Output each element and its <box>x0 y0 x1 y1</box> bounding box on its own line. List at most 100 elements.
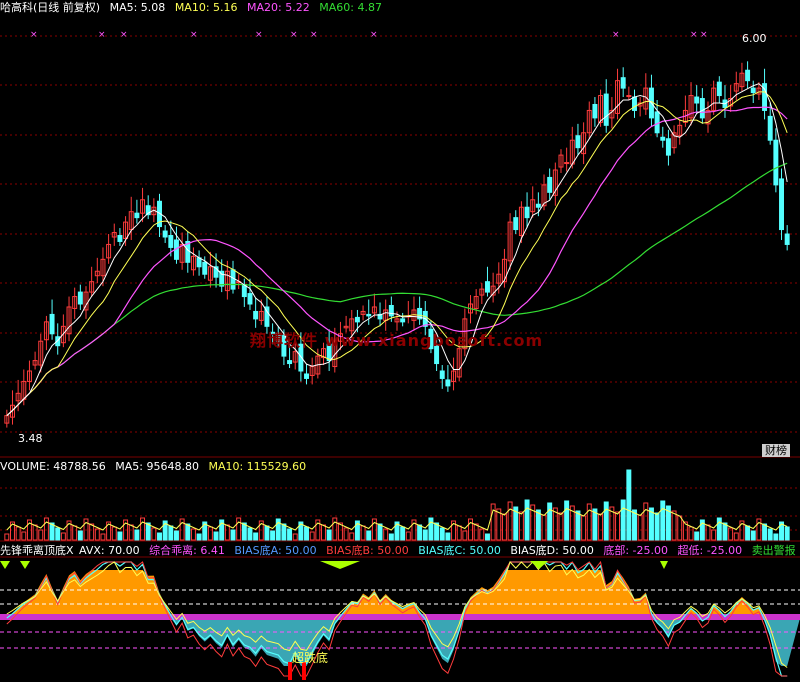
signal-marker: × <box>190 30 198 40</box>
candle-down <box>162 230 168 238</box>
bias-a: BIAS底A: 50.00 <box>234 544 317 557</box>
volume-bar-down <box>603 501 609 541</box>
volume-bar-down <box>247 527 253 541</box>
candle-down <box>134 212 140 219</box>
volume-bar-down <box>632 509 637 541</box>
volume-bar-up <box>490 503 496 541</box>
volume-bar-down <box>168 525 174 541</box>
volume-bar-up <box>60 532 66 541</box>
volume-bar-down <box>270 530 276 541</box>
volume-bar-down <box>745 525 751 541</box>
volume-bar-down <box>77 530 83 541</box>
ma60-legend: MA60: 4.87 <box>319 1 382 14</box>
ma5-legend: MA5: 5.08 <box>109 1 166 14</box>
volume-bar-up <box>558 512 564 541</box>
volume-bar-down <box>694 531 700 541</box>
sell-alert: 卖出警报 <box>751 544 796 557</box>
volume-bar-down <box>117 531 123 541</box>
candle-down <box>592 103 598 119</box>
candle-down <box>665 138 671 156</box>
volume-value: VOLUME: 48788.56 <box>0 460 106 473</box>
oversold-area <box>0 618 800 666</box>
volume-bar-up <box>309 531 315 541</box>
signal-marker: × <box>290 30 298 40</box>
volume-bar-down <box>287 528 293 541</box>
volume-bar-up <box>89 523 95 541</box>
volume-bar-up <box>128 524 134 541</box>
volume-bar-down <box>564 500 570 541</box>
volume-bar-up <box>581 515 587 541</box>
indicator-name: 先锋乖离顶底X <box>0 544 74 557</box>
signal-marker: × <box>310 30 318 40</box>
ma5-line <box>6 83 788 417</box>
candle-down <box>49 313 55 335</box>
volume-bar-up <box>586 503 592 541</box>
volume-bar-down <box>445 532 451 541</box>
signal-marker: × <box>30 30 38 40</box>
signal-marker: × <box>255 30 263 40</box>
candle-down <box>773 139 779 186</box>
volume-bar-down <box>773 533 779 541</box>
volume-bar-down <box>213 531 219 541</box>
volume-bar-down <box>439 527 445 541</box>
volume-bar-down <box>547 502 553 541</box>
alert-triangle <box>320 561 360 569</box>
alert-triangle <box>0 561 10 569</box>
candle-down <box>603 93 609 126</box>
candle-down <box>767 115 773 141</box>
high-price-label: 6.00 <box>742 32 767 45</box>
signal-marker: × <box>612 30 620 40</box>
candle-down <box>660 136 666 141</box>
candle-down <box>575 135 581 149</box>
candle-down <box>253 310 259 320</box>
candle-down <box>745 69 751 82</box>
price-legend: 哈高科(日线 前复权) MA5: 5.08 MA10: 5.16 MA20: 5… <box>0 1 388 14</box>
volume-bar-up <box>38 529 44 541</box>
stock-name: 哈高科(日线 前复权) <box>0 1 100 14</box>
bias-d: BIAS底D: 50.00 <box>510 544 594 557</box>
volume-bar-down <box>767 528 773 541</box>
candle-down <box>202 261 208 275</box>
volume-bar-down <box>326 529 332 541</box>
caibang-badge[interactable]: 财榜 <box>762 444 790 457</box>
volume-bar-up <box>405 531 411 541</box>
bottom-level: 底部: -25.00 <box>603 544 669 557</box>
volume-bar-up <box>479 528 485 541</box>
volume-bar-down <box>417 524 423 541</box>
candle-down <box>304 373 310 379</box>
bias-c: BIAS底C: 50.00 <box>418 544 501 557</box>
volume-bar-down <box>377 523 383 541</box>
volume-bar-up <box>473 523 479 541</box>
volume-bar-down <box>654 512 660 541</box>
candle-down <box>654 111 660 134</box>
volume-bar-up <box>292 533 298 541</box>
volume-bar-up <box>72 525 78 541</box>
volume-bar-up <box>541 514 547 541</box>
volume-bar-down <box>400 526 406 541</box>
candle-up <box>626 95 632 98</box>
volume-bar-down <box>366 530 372 541</box>
volume-bar-up <box>94 528 100 541</box>
volume-bar-up <box>190 528 196 541</box>
volume-bar-down <box>264 525 270 541</box>
ma10-legend: MA10: 5.16 <box>174 1 238 14</box>
volume-bar-down <box>750 530 756 541</box>
candle-down <box>524 206 530 219</box>
candle-down <box>513 217 519 231</box>
volume-bar-up <box>711 529 717 541</box>
volume-bar-up <box>111 526 117 541</box>
candle-down <box>77 291 83 305</box>
volume-bar-up <box>349 532 355 541</box>
candle-down <box>784 233 790 245</box>
volume-bar-down <box>535 509 541 541</box>
candle-down <box>230 269 236 290</box>
volume-bar-down <box>620 499 626 541</box>
volume-bar-down <box>173 530 179 541</box>
volume-bar-down <box>524 499 530 541</box>
volume-bar-up <box>207 526 213 541</box>
volume-bar-down <box>422 529 428 541</box>
candle-down <box>354 316 360 323</box>
volume-bar-up <box>21 531 27 541</box>
candle-up <box>564 162 570 165</box>
volume-bar-down <box>484 533 490 541</box>
